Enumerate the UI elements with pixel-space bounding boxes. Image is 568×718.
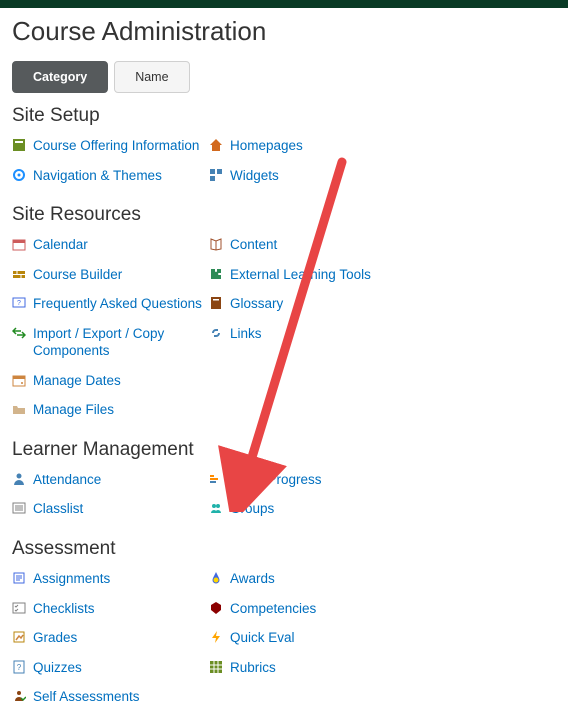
- main-content: Course Administration Category Name Site…: [0, 8, 568, 718]
- link-item: Competencies: [209, 600, 406, 618]
- top-accent-bar: [0, 0, 568, 8]
- link-item: Manage Files: [12, 401, 209, 419]
- link-item: External Learning Tools: [209, 266, 406, 284]
- tool-link[interactable]: Manage Files: [33, 401, 114, 419]
- tool-link[interactable]: Glossary: [230, 295, 283, 313]
- tool-link[interactable]: Frequently Asked Questions: [33, 295, 202, 313]
- target-icon: [12, 168, 26, 182]
- link-grid: Course Offering Information Homepages Navi…: [12, 137, 556, 196]
- info-box-icon: [12, 138, 26, 152]
- tool-link[interactable]: Checklists: [33, 600, 95, 618]
- brick-icon: [12, 267, 26, 281]
- tool-link[interactable]: Content: [230, 236, 277, 254]
- tool-link[interactable]: Awards: [230, 570, 275, 588]
- tool-link[interactable]: Grades: [33, 629, 77, 647]
- tool-link[interactable]: Assignments: [33, 570, 110, 588]
- link-item: Rubrics: [209, 659, 406, 677]
- link-item: Glossary: [209, 295, 406, 313]
- link-item: Calendar: [12, 236, 209, 254]
- tool-link[interactable]: Class Progress: [230, 471, 322, 489]
- award-icon: [209, 571, 223, 585]
- section-title: Assessment: [12, 538, 556, 560]
- link-item: Grades: [12, 629, 209, 647]
- tool-link[interactable]: Attendance: [33, 471, 101, 489]
- link-item: Links: [209, 325, 406, 360]
- list-icon: [12, 501, 26, 515]
- competency-icon: [209, 601, 223, 615]
- link-item: Navigation & Themes: [12, 167, 209, 185]
- tool-link[interactable]: Quick Eval: [230, 629, 295, 647]
- link-grid: Attendance Class Progress Classlist Groups: [12, 471, 556, 530]
- tool-link[interactable]: Calendar: [33, 236, 88, 254]
- section-title: Site Resources: [12, 204, 556, 226]
- calendar-icon: [12, 237, 26, 251]
- link-item: Awards: [209, 570, 406, 588]
- link-item: Attendance: [12, 471, 209, 489]
- dates-icon: [12, 373, 26, 387]
- section-title: Site Setup: [12, 105, 556, 127]
- folder-icon: [12, 402, 26, 416]
- person-icon: [12, 472, 26, 486]
- glossary-icon: [209, 296, 223, 310]
- link-icon: [209, 326, 223, 340]
- view-tabs: Category Name: [12, 61, 556, 93]
- quiz-icon: ?: [12, 660, 26, 674]
- tool-link[interactable]: Course Offering Information: [33, 137, 199, 155]
- link-item: Checklists: [12, 600, 209, 618]
- home-icon: [209, 138, 223, 152]
- tool-link[interactable]: External Learning Tools: [230, 266, 371, 284]
- link-item: Quick Eval: [209, 629, 406, 647]
- link-item: Course Offering Information: [12, 137, 209, 155]
- page-title: Course Administration: [12, 16, 556, 47]
- tool-link[interactable]: Links: [230, 325, 262, 343]
- groups-icon: [209, 501, 223, 515]
- link-item: Course Builder: [12, 266, 209, 284]
- link-item: Self Assessments: [12, 688, 209, 706]
- tool-link[interactable]: Navigation & Themes: [33, 167, 162, 185]
- arrows-icon: [12, 326, 26, 340]
- rubric-icon: [209, 660, 223, 674]
- link-grid: Calendar Content Course Builder External Le…: [12, 236, 556, 431]
- tab-category[interactable]: Category: [12, 61, 108, 93]
- link-item: Manage Dates: [12, 372, 209, 390]
- checklist-icon: [12, 601, 26, 615]
- tool-link[interactable]: Import / Export / Copy Components: [33, 325, 209, 360]
- link-item: Groups: [209, 500, 406, 518]
- bolt-icon: [209, 630, 223, 644]
- tool-link[interactable]: Self Assessments: [33, 688, 140, 706]
- tool-link[interactable]: Quizzes: [33, 659, 82, 677]
- link-item: ? Frequently Asked Questions: [12, 295, 209, 313]
- faq-icon: ?: [12, 296, 26, 310]
- link-item: Assignments: [12, 570, 209, 588]
- link-item: Homepages: [209, 137, 406, 155]
- link-item: Widgets: [209, 167, 406, 185]
- link-grid: Assignments Awards Checklists Competencies G…: [12, 570, 556, 718]
- progress-icon: [209, 472, 223, 486]
- link-item: Content: [209, 236, 406, 254]
- book-icon: [209, 237, 223, 251]
- self-icon: [12, 689, 26, 703]
- tool-link[interactable]: Classlist: [33, 500, 83, 518]
- tool-link[interactable]: Rubrics: [230, 659, 276, 677]
- tool-link[interactable]: Competencies: [230, 600, 316, 618]
- puzzle-icon: [209, 267, 223, 281]
- tool-link[interactable]: Widgets: [230, 167, 279, 185]
- link-item: Class Progress: [209, 471, 406, 489]
- assignment-icon: [12, 571, 26, 585]
- section-title: Learner Management: [12, 439, 556, 461]
- tool-link[interactable]: Course Builder: [33, 266, 122, 284]
- link-item: [209, 372, 406, 390]
- link-item: Import / Export / Copy Components: [12, 325, 209, 360]
- tab-name[interactable]: Name: [114, 61, 189, 93]
- tool-link[interactable]: Groups: [230, 500, 274, 518]
- grades-icon: [12, 630, 26, 644]
- widget-icon: [209, 168, 223, 182]
- tool-link[interactable]: Homepages: [230, 137, 303, 155]
- tool-link[interactable]: Manage Dates: [33, 372, 121, 390]
- link-item: Classlist: [12, 500, 209, 518]
- svg-text:?: ?: [17, 663, 22, 672]
- svg-text:?: ?: [17, 300, 21, 307]
- link-item: ? Quizzes: [12, 659, 209, 677]
